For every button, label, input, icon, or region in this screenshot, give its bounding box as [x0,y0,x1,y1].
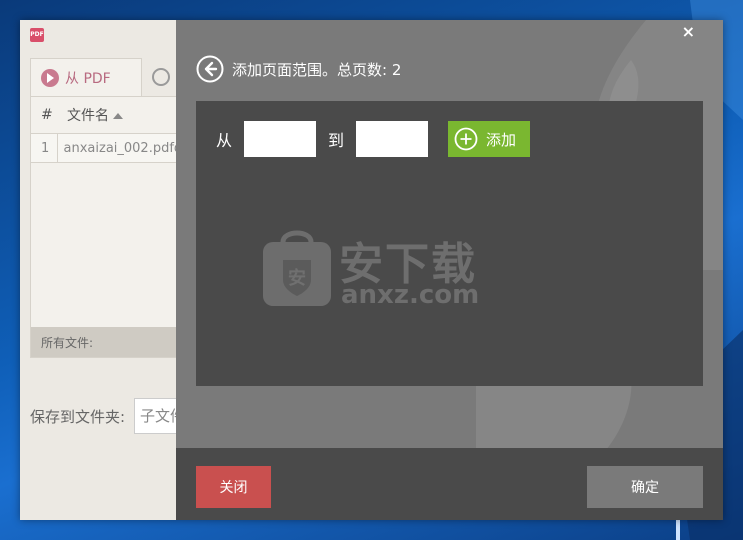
tab-from-pdf-label: 从 PDF [65,70,111,87]
plus-circle-icon [454,127,478,151]
table-footer: 所有文件: [31,327,179,357]
add-page-range-dialog: × 添加页面范围。总页数: 2 从 到 添加 安 安下载 anxz.com 关闭… [176,20,723,520]
close-button[interactable]: 关闭 [196,466,271,508]
dialog-footer: 关闭 确定 [176,448,723,520]
col-filename-label: 文件名 [67,108,109,124]
to-page-input[interactable] [356,121,429,157]
back-arrow-icon[interactable] [196,55,224,83]
add-range-button[interactable]: 添加 [448,121,531,157]
table-header: # 文件名 [31,97,179,134]
col-filename-header[interactable]: 文件名 [61,105,123,125]
add-range-label: 添加 [486,130,517,149]
confirm-button[interactable]: 确定 [587,466,703,508]
col-number-header: # [41,107,53,123]
dialog-header: 添加页面范围。总页数: 2 [196,55,401,83]
dialog-title: 添加页面范围。总页数: 2 [232,60,402,79]
file-table: # 文件名 1 anxaizai_002.pdfdocx 所有文件: [30,96,180,358]
range-row: 从 到 添加 [216,121,531,157]
save-folder-label: 保存到文件夹: [30,408,126,426]
from-page-input[interactable] [244,121,317,157]
row-number: 1 [31,134,58,162]
watermark: 安 安下载 anxz.com [261,226,481,320]
record-icon [152,68,170,86]
sort-asc-icon [113,113,123,119]
watermark-badge: 安 [288,268,306,289]
watermark-domain: anxz.com [341,280,480,310]
to-label: 到 [328,131,345,150]
range-panel: 从 到 添加 安 安下载 anxz.com [196,101,703,386]
table-row[interactable]: 1 anxaizai_002.pdfdocx [31,134,179,163]
close-icon[interactable]: × [682,22,695,41]
app-logo-icon: PDF [30,28,44,42]
tab-from-pdf[interactable]: 从 PDF [30,58,142,96]
row-filename: anxaizai_002.pdfdocx [63,140,179,156]
from-label: 从 [216,131,233,150]
pdf-source-icon [41,68,59,87]
